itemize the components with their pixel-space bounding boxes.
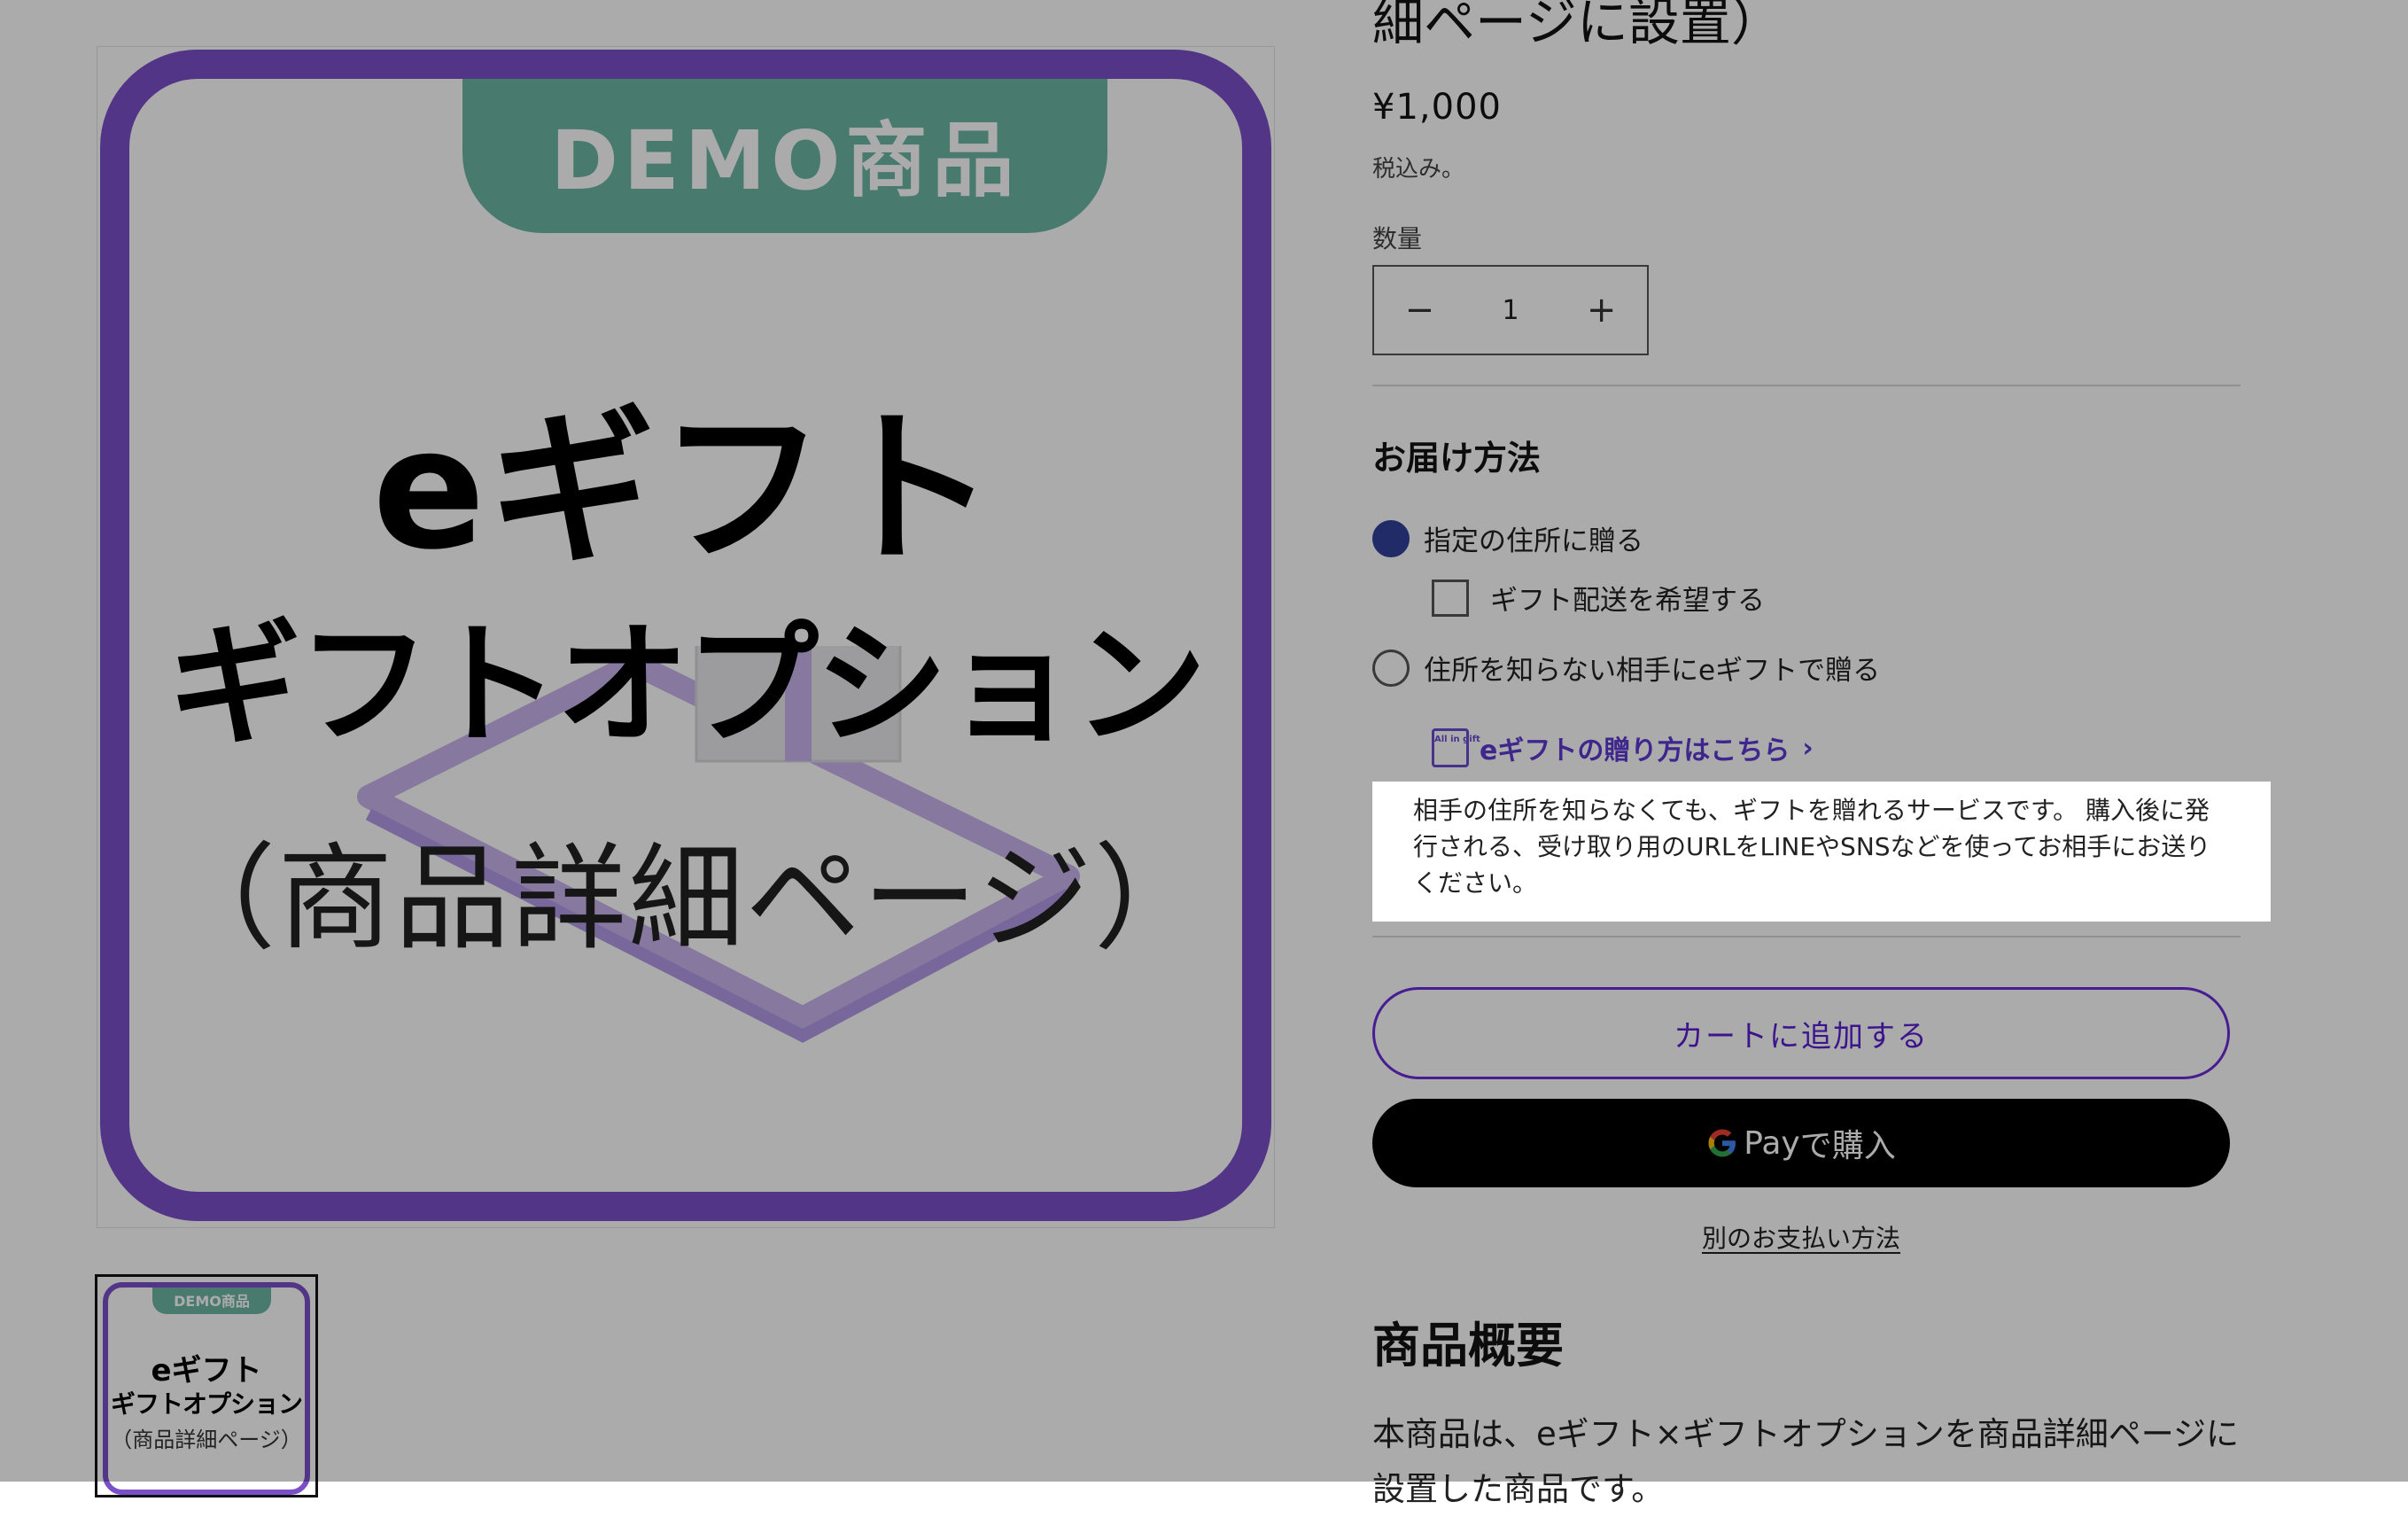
divider <box>1372 385 2241 386</box>
other-payment-methods-link[interactable]: 別のお支払い方法 <box>1372 1219 2230 1255</box>
divider <box>1372 936 2241 937</box>
gift-delivery-label: ギフト配送を希望する <box>1490 585 1765 617</box>
egift-howto-link[interactable]: All in gift eギフトの贈り方はこちら › <box>1432 728 1814 767</box>
quantity-label: 数量 <box>1372 224 1423 253</box>
thumbnail-line-2: ギフトオプション <box>110 1389 303 1419</box>
egift-howto-label: eギフトの贈り方はこちら <box>1480 735 1790 766</box>
tax-note: 税込み。 <box>1372 156 1465 183</box>
add-to-cart-button[interactable]: カートに追加する <box>1372 987 2230 1079</box>
thumbnail-line-1: eギフト <box>151 1353 262 1389</box>
radio-unselected-icon[interactable] <box>1372 649 1410 687</box>
shipping-option-address[interactable]: 指定の住所に贈る <box>1372 518 1643 558</box>
product-title: 細ページに設置） <box>1372 0 1783 52</box>
product-thumbnail[interactable]: DEMO商品 eギフト ギフトオプション （商品詳細ページ） <box>95 1274 318 1498</box>
other-payment-label: 別のお支払い方法 <box>1701 1224 1900 1253</box>
quantity-decrease-button[interactable]: − <box>1374 290 1465 331</box>
product-price: ¥1,000 <box>1372 87 1502 128</box>
google-pay-label: Pay <box>1744 1124 1800 1162</box>
product-overview-title: 商品概要 <box>1372 1318 1564 1373</box>
gift-delivery-checkbox[interactable] <box>1432 579 1469 617</box>
quantity-stepper: − 1 + <box>1372 265 1649 355</box>
quantity-increase-button[interactable]: + <box>1556 290 1647 331</box>
hero-subtitle: （商品詳細ページ） <box>160 831 1211 966</box>
product-main-image[interactable]: DEMO商品 eギフト ギフトオプション （商品詳細ページ） <box>97 46 1275 1228</box>
google-pay-button[interactable]: Pay で購入 <box>1372 1099 2230 1187</box>
shipping-option-address-label: 指定の住所に贈る <box>1424 525 1643 557</box>
shipping-option-egift-label: 住所を知らない相手にeギフトで贈る <box>1424 655 1881 687</box>
thumbnail-line-3: （商品詳細ページ） <box>111 1428 302 1452</box>
product-overview-text: 本商品は、eギフト×ギフトオプションを商品詳細ページに設置した商品です。 <box>1372 1415 2240 1508</box>
radio-selected-icon[interactable] <box>1372 519 1410 557</box>
allingift-logo-icon: All in gift <box>1432 728 1480 767</box>
thumbnail-frame: DEMO商品 eギフト ギフトオプション （商品詳細ページ） <box>103 1282 310 1495</box>
shipping-method-title: お届け方法 <box>1372 439 1542 478</box>
thumbnail-demo-badge: DEMO商品 <box>152 1288 271 1314</box>
google-g-icon <box>1708 1129 1736 1157</box>
google-pay-suffix: で購入 <box>1799 1128 1896 1164</box>
egift-info-box: 相手の住所を知らなくても、ギフトを贈れるサービスです。 購入後に発行される、受け… <box>1372 782 2271 922</box>
quantity-input[interactable]: 1 <box>1465 295 1557 326</box>
image-frame: DEMO商品 eギフト ギフトオプション （商品詳細ページ） <box>100 50 1271 1221</box>
shipping-option-egift[interactable]: 住所を知らない相手にeギフトで贈る <box>1372 648 1880 688</box>
hero-title-gift-option: ギフトオプション <box>167 609 1207 763</box>
gift-delivery-checkbox-row[interactable]: ギフト配送を希望する <box>1432 578 1765 618</box>
demo-badge: DEMO商品 <box>462 79 1107 233</box>
chevron-right-icon: › <box>1802 732 1814 764</box>
hero-title-egift: eギフト <box>372 393 999 587</box>
